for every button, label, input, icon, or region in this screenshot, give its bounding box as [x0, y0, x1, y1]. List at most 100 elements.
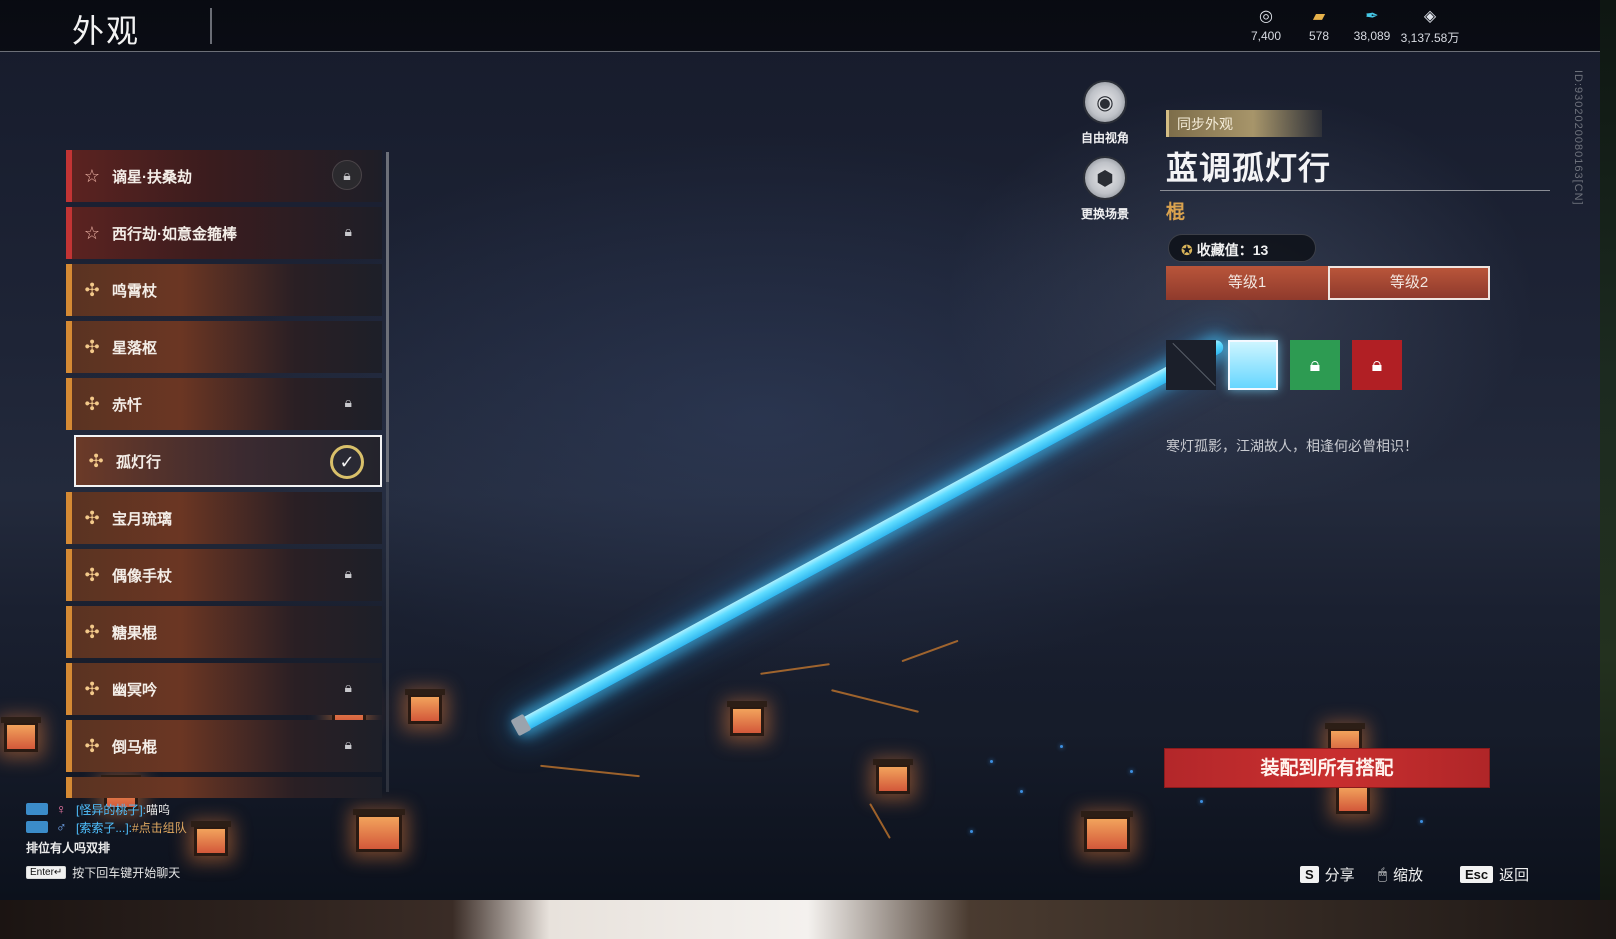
ticket-stack-icon: ▰: [1312, 8, 1326, 25]
esc-key: Esc: [1460, 866, 1494, 883]
currency-value: 7,400: [1250, 29, 1282, 43]
light-dot: [1020, 790, 1023, 793]
feather-icon: ✒: [1365, 8, 1379, 25]
spiral-coin-icon: ◎: [1259, 8, 1273, 25]
item-label: 幽冥吟: [112, 681, 158, 699]
item-label: 孤灯行: [116, 453, 162, 471]
change-scene-button[interactable]: ⬢ 更换场景: [1070, 156, 1140, 222]
light-dot: [1060, 745, 1063, 748]
floating-lantern: [727, 701, 767, 736]
male-icon: ♂: [56, 819, 67, 835]
four-petal-icon: ✣: [84, 621, 100, 642]
list-item[interactable]: ✣ 糖果棍: [66, 606, 382, 658]
currency-value: 578: [1308, 29, 1330, 43]
lock-icon: 🔒︎: [1371, 354, 1383, 376]
floating-lantern: [1, 717, 41, 752]
skin-list: ☆ 谪星·扶桑劫 🔒︎ ☆ 西行劫·如意金箍棒 🔒︎ ✣ 鸣霄杖 ✣ 星落枢 ✣…: [66, 150, 382, 798]
lock-icon: 🔒︎: [344, 679, 352, 695]
list-item[interactable]: ✣ 倒马棍 🔒︎: [66, 720, 382, 772]
item-label: 赤忏: [112, 396, 143, 414]
equipped-check-icon: ✓: [330, 445, 364, 479]
player-uid: ID:9302020080163[CN]: [1572, 70, 1584, 206]
free-view-label: 自由视角: [1080, 131, 1129, 145]
currency-diamond[interactable]: ◈ 3,137.58万: [1395, 8, 1465, 46]
list-item-selected[interactable]: ✣ 孤灯行 ✓: [74, 435, 382, 487]
item-label: 倒马棍: [112, 738, 158, 756]
star-outline-icon: ☆: [83, 165, 101, 186]
item-label: 糖果棍: [112, 624, 158, 642]
currency-ticket[interactable]: ▰ 578: [1290, 8, 1348, 43]
item-type: 棍: [1166, 202, 1186, 223]
item-label: 宝月琉璃: [112, 510, 173, 528]
change-scene-label: 更换场景: [1080, 207, 1129, 221]
free-view-button[interactable]: ◉ 自由视角: [1070, 80, 1140, 146]
floating-lantern: [873, 759, 913, 794]
list-item[interactable]: ✣ 宝月琉璃: [66, 492, 382, 544]
chat-message: 喵呜: [146, 802, 171, 817]
zoom-label: 缩放: [1393, 867, 1424, 884]
list-item[interactable]: ✣ 幽冥吟 🔒︎: [66, 663, 382, 715]
list-item-partial[interactable]: [66, 777, 382, 798]
light-dot: [1130, 770, 1133, 773]
light-dot: [990, 760, 993, 763]
four-petal-icon: ✣: [88, 450, 104, 471]
lock-icon: 🔒︎: [344, 565, 352, 581]
chat-sender[interactable]: [怪异的桃子]:: [76, 801, 146, 818]
chat-line: ♀ [怪异的桃子]: 喵呜: [26, 800, 346, 818]
zoom-hotkey[interactable]: 🖱 缩放: [1378, 864, 1423, 885]
lock-icon: 🔒︎: [344, 223, 352, 239]
currency-value: 38,089: [1353, 29, 1391, 43]
equip-all-button[interactable]: 装配到所有搭配: [1164, 748, 1490, 788]
tab-level-2[interactable]: 等级2: [1328, 266, 1490, 300]
tab-level-1[interactable]: 等级1: [1166, 266, 1328, 300]
sync-appearance-tag[interactable]: 同步外观: [1166, 110, 1322, 137]
share-hotkey[interactable]: S 分享: [1300, 864, 1355, 885]
collection-value: 收藏值：13: [1196, 242, 1269, 258]
floating-lantern: [1081, 811, 1133, 852]
female-icon: ♀: [56, 801, 67, 817]
enter-key: Enter↵: [26, 866, 67, 879]
currency-feather[interactable]: ✒ 38,089: [1343, 8, 1401, 43]
item-label: 谪星·扶桑劫: [112, 168, 192, 186]
list-item[interactable]: ☆ 西行劫·如意金箍棒 🔒︎: [66, 207, 382, 259]
lock-icon: 🔒︎: [332, 160, 362, 190]
item-label: 西行劫·如意金箍棒: [112, 225, 237, 243]
back-hotkey[interactable]: Esc 返回: [1460, 864, 1529, 885]
currency-spiral[interactable]: ◎ 7,400: [1237, 8, 1295, 43]
cube-icon: ⬢: [1083, 156, 1127, 200]
list-item[interactable]: ✣ 星落枢: [66, 321, 382, 373]
collection-icon: ✪: [1181, 242, 1193, 258]
channel-tag-icon: [26, 821, 48, 833]
light-dot: [970, 830, 973, 833]
bottom-image-strip: [0, 900, 1616, 939]
chat-hint[interactable]: Enter↵ 按下回车键开始聊天: [26, 864, 180, 881]
floating-lantern: [405, 689, 445, 724]
swatch-red-locked[interactable]: 🔒︎: [1352, 340, 1402, 390]
scene-viewport[interactable]: 外观 ◎ 7,400 ▰ 578 ✒ 38,089 ◈ 3,137.58万 ☆ …: [0, 0, 1600, 900]
s-key: S: [1300, 866, 1319, 883]
swatch-blue-selected[interactable]: [1228, 340, 1278, 390]
list-item[interactable]: ✣ 赤忏 🔒︎: [66, 378, 382, 430]
lock-icon: 🔒︎: [1309, 354, 1321, 376]
lock-icon: 🔒︎: [344, 736, 352, 752]
name-divider: [1160, 190, 1550, 191]
list-scrollbar[interactable]: [386, 152, 389, 482]
chat-box[interactable]: ♀ [怪异的桃子]: 喵呜 ♂ [索索子...]: #点击组队 排位有人吗双排: [26, 800, 346, 856]
share-label: 分享: [1324, 867, 1355, 884]
lock-icon: 🔒︎: [344, 394, 352, 410]
side-image-strip: [1600, 0, 1616, 939]
chat-message-plain: 排位有人吗双排: [26, 841, 111, 855]
swatch-green-locked[interactable]: 🔒︎: [1290, 340, 1340, 390]
camera-icon: ◉: [1083, 80, 1127, 124]
swatch-none[interactable]: [1166, 340, 1216, 390]
list-item[interactable]: ✣ 偶像手杖 🔒︎: [66, 549, 382, 601]
chat-sender[interactable]: [索索子...]:: [76, 819, 132, 836]
channel-tag-icon: [26, 803, 48, 815]
list-item[interactable]: ✣ 鸣霄杖: [66, 264, 382, 316]
chat-team-link[interactable]: #点击组队: [132, 819, 187, 836]
collection-value-badge: ✪ 收藏值：13: [1168, 234, 1316, 262]
four-petal-icon: ✣: [84, 507, 100, 528]
title-divider: [210, 8, 212, 44]
list-item[interactable]: ☆ 谪星·扶桑劫 🔒︎: [66, 150, 382, 202]
star-outline-icon: ☆: [83, 222, 101, 243]
